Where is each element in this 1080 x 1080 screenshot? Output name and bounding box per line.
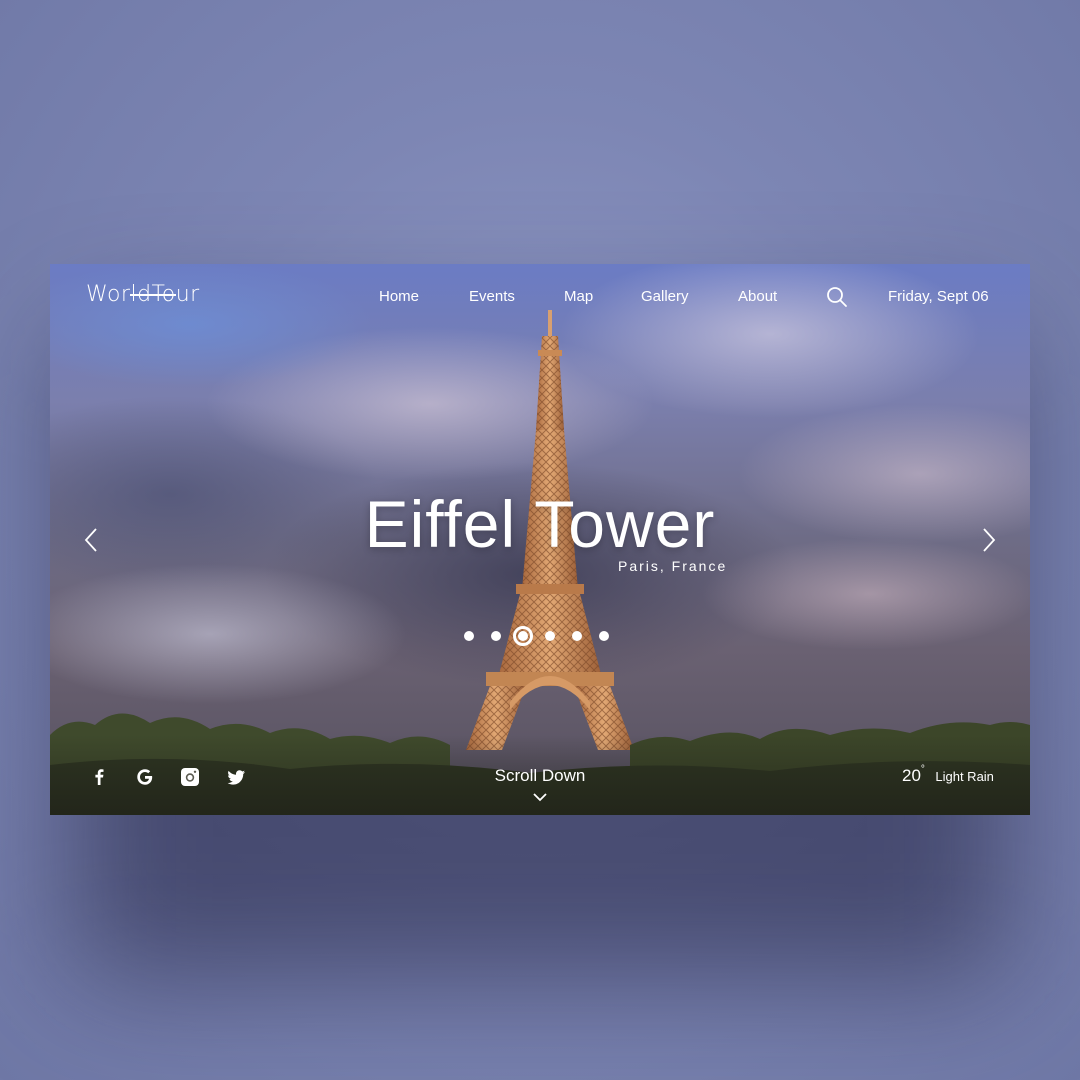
degree-symbol: ° <box>920 764 925 775</box>
date-label: Friday, Sept 06 <box>888 288 989 305</box>
slide-dot[interactable] <box>599 631 609 641</box>
nav-events[interactable]: Events <box>469 288 515 305</box>
weather-widget: 20° Light Rain <box>902 764 994 786</box>
prev-arrow-icon[interactable] <box>82 526 102 554</box>
nav-map[interactable]: Map <box>564 288 593 305</box>
hero-subtitle: Paris, France <box>618 558 728 574</box>
slide-dot[interactable] <box>464 631 474 641</box>
slide-indicator <box>464 626 624 646</box>
nav-about[interactable]: About <box>738 288 777 305</box>
next-arrow-icon[interactable] <box>978 526 998 554</box>
slide-dot[interactable] <box>491 631 501 641</box>
slide-dot[interactable] <box>545 631 555 641</box>
scroll-down-label[interactable]: Scroll Down <box>50 766 1030 786</box>
nav-gallery[interactable]: Gallery <box>641 288 689 305</box>
temperature: 20 <box>902 766 921 785</box>
slide-dot[interactable] <box>572 631 582 641</box>
hero-title: Eiffel Tower <box>364 487 716 561</box>
weather-condition: Light Rain <box>935 769 994 784</box>
nav-home[interactable]: Home <box>379 288 419 305</box>
hero-banner: WorldTour Home Events Map Gallery About … <box>50 264 1030 815</box>
chevron-down-icon[interactable] <box>532 792 548 802</box>
main-nav: Home Events Map Gallery About <box>50 288 1030 312</box>
search-icon[interactable] <box>826 286 848 308</box>
slide-dot-active[interactable] <box>513 626 533 646</box>
